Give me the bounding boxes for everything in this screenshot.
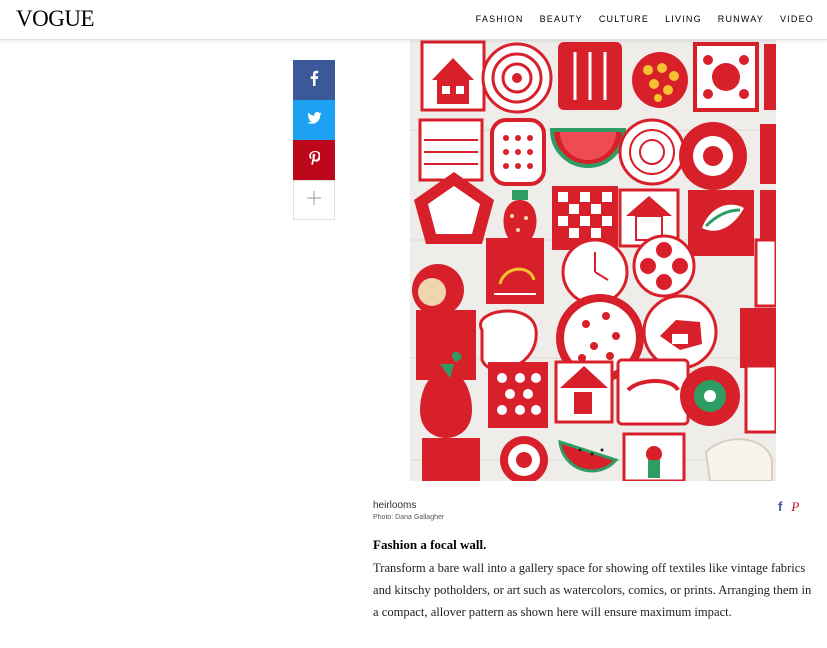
nav-video[interactable]: VIDEO bbox=[780, 14, 814, 25]
vogue-logo[interactable]: VOGUE bbox=[16, 7, 95, 31]
nav-beauty[interactable]: BEAUTY bbox=[540, 14, 583, 25]
pinterest-icon bbox=[308, 150, 321, 170]
article-photo[interactable] bbox=[410, 40, 776, 481]
main-nav: FASHION BEAUTY CULTURE LIVING RUNWAY VID… bbox=[460, 14, 814, 25]
nav-culture[interactable]: CULTURE bbox=[599, 14, 649, 25]
photo-credit: Photo: Dana Gallagher bbox=[373, 514, 445, 521]
share-facebook-button[interactable] bbox=[293, 60, 335, 100]
site-header: VOGUE FASHION BEAUTY CULTURE LIVING RUNW… bbox=[0, 0, 827, 40]
section-heading: Fashion a focal wall. bbox=[373, 537, 487, 552]
nav-living[interactable]: LIVING bbox=[665, 14, 702, 25]
article-paragraph: Transform a bare wall into a gallery spa… bbox=[373, 561, 812, 619]
plus-icon bbox=[307, 190, 321, 210]
image-share-links: f P bbox=[778, 500, 799, 514]
potholder-wall-image bbox=[410, 40, 776, 481]
pinterest-icon[interactable]: P bbox=[791, 500, 799, 514]
facebook-icon[interactable]: f bbox=[778, 500, 782, 514]
nav-fashion[interactable]: FASHION bbox=[476, 14, 524, 25]
nav-runway[interactable]: RUNWAY bbox=[718, 14, 764, 25]
share-pinterest-button[interactable] bbox=[293, 140, 335, 180]
share-rail bbox=[293, 60, 335, 220]
image-caption: heirlooms bbox=[373, 500, 417, 511]
facebook-icon bbox=[309, 70, 319, 91]
share-more-button[interactable] bbox=[293, 180, 335, 220]
share-twitter-button[interactable] bbox=[293, 100, 335, 140]
twitter-icon bbox=[306, 111, 322, 129]
